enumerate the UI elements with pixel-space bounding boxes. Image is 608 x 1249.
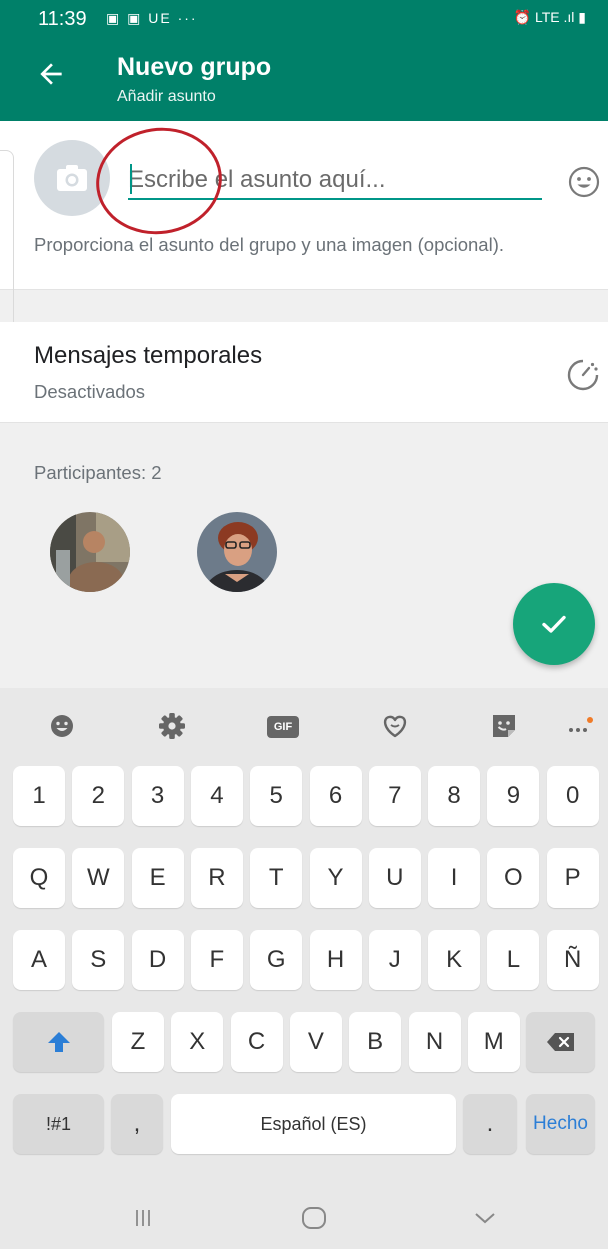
status-bar: 11:39 ▣ ▣ UE ··· ⏰ LTE .ıl ▮ xyxy=(0,0,608,36)
status-notification-icons: ▣ ▣ UE ··· xyxy=(106,10,198,26)
temporary-messages-status: Desactivados xyxy=(34,381,146,402)
key-1[interactable]: 1 xyxy=(13,766,65,826)
status-time: 11:39 xyxy=(38,8,87,30)
temporary-messages-row[interactable] xyxy=(0,322,608,423)
period-key[interactable]: . xyxy=(463,1094,517,1154)
done-key[interactable]: Hecho xyxy=(526,1094,595,1154)
page-title: Nuevo grupo xyxy=(117,53,272,81)
participant-avatar[interactable] xyxy=(50,512,130,592)
back-arrow-icon[interactable] xyxy=(35,58,67,90)
confirm-button[interactable] xyxy=(513,583,595,665)
back-nav-icon[interactable] xyxy=(473,1208,497,1233)
key-g[interactable]: G xyxy=(250,930,303,990)
key-l[interactable]: L xyxy=(487,930,540,990)
temporary-messages-title: Mensajes temporales xyxy=(34,342,263,369)
key-x[interactable]: X xyxy=(171,1012,224,1072)
key-j[interactable]: J xyxy=(368,930,421,990)
key-7[interactable]: 7 xyxy=(368,766,421,826)
check-icon xyxy=(542,615,566,633)
key-b[interactable]: B xyxy=(349,1012,402,1072)
key-n[interactable]: N xyxy=(408,1012,461,1072)
key-s[interactable]: S xyxy=(72,930,125,990)
symbols-key[interactable]: !#1 xyxy=(13,1094,104,1154)
key-t[interactable]: T xyxy=(250,848,303,908)
key-2[interactable]: 2 xyxy=(72,766,125,826)
key-6[interactable]: 6 xyxy=(309,766,362,826)
key-0[interactable]: 0 xyxy=(546,766,599,826)
key-h[interactable]: H xyxy=(309,930,362,990)
key-u[interactable]: U xyxy=(368,848,421,908)
status-system-icons: ⏰ LTE .ıl ▮ xyxy=(513,9,586,25)
emoji-keyboard-icon[interactable] xyxy=(42,706,82,746)
key-ñ[interactable]: Ñ xyxy=(546,930,599,990)
key-3[interactable]: 3 xyxy=(131,766,184,826)
backspace-key[interactable] xyxy=(526,1012,595,1072)
key-i[interactable]: I xyxy=(428,848,481,908)
key-c[interactable]: C xyxy=(230,1012,283,1072)
key-o[interactable]: O xyxy=(487,848,540,908)
more-options-icon[interactable] xyxy=(561,706,601,746)
system-navigation-bar xyxy=(0,1192,608,1249)
gif-icon[interactable]: GIF xyxy=(264,706,304,746)
key-w[interactable]: W xyxy=(72,848,125,908)
sticker-heart-icon[interactable] xyxy=(375,706,415,746)
shift-arrow-icon xyxy=(47,1032,70,1052)
sticker-face-icon[interactable] xyxy=(484,706,524,746)
participants-label: Participantes: 2 xyxy=(34,462,162,483)
participant-avatar[interactable] xyxy=(197,512,277,592)
settings-gear-icon[interactable] xyxy=(152,706,192,746)
key-y[interactable]: Y xyxy=(309,848,362,908)
key-m[interactable]: M xyxy=(467,1012,520,1072)
key-d[interactable]: D xyxy=(131,930,184,990)
key-f[interactable]: F xyxy=(190,930,243,990)
key-4[interactable]: 4 xyxy=(190,766,243,826)
key-z[interactable]: Z xyxy=(112,1012,164,1072)
key-k[interactable]: K xyxy=(428,930,481,990)
timer-icon xyxy=(565,357,601,393)
key-p[interactable]: P xyxy=(546,848,599,908)
camera-icon xyxy=(57,165,87,191)
subject-hint: Proporciona el asunto del grupo y una im… xyxy=(34,234,504,255)
recent-apps-icon[interactable] xyxy=(133,1208,153,1233)
backspace-icon xyxy=(546,1033,574,1051)
key-v[interactable]: V xyxy=(289,1012,342,1072)
emoji-icon[interactable] xyxy=(567,165,601,199)
key-8[interactable]: 8 xyxy=(428,766,481,826)
key-e[interactable]: E xyxy=(131,848,184,908)
space-key[interactable]: Español (ES) xyxy=(171,1094,456,1154)
home-icon[interactable] xyxy=(301,1206,327,1235)
page-subtitle: Añadir asunto xyxy=(117,88,216,105)
key-a[interactable]: A xyxy=(13,930,65,990)
key-q[interactable]: Q xyxy=(13,848,65,908)
key-9[interactable]: 9 xyxy=(487,766,540,826)
key-5[interactable]: 5 xyxy=(250,766,303,826)
comma-key[interactable]: , xyxy=(111,1094,163,1154)
shift-key[interactable] xyxy=(13,1012,104,1072)
key-r[interactable]: R xyxy=(190,848,243,908)
